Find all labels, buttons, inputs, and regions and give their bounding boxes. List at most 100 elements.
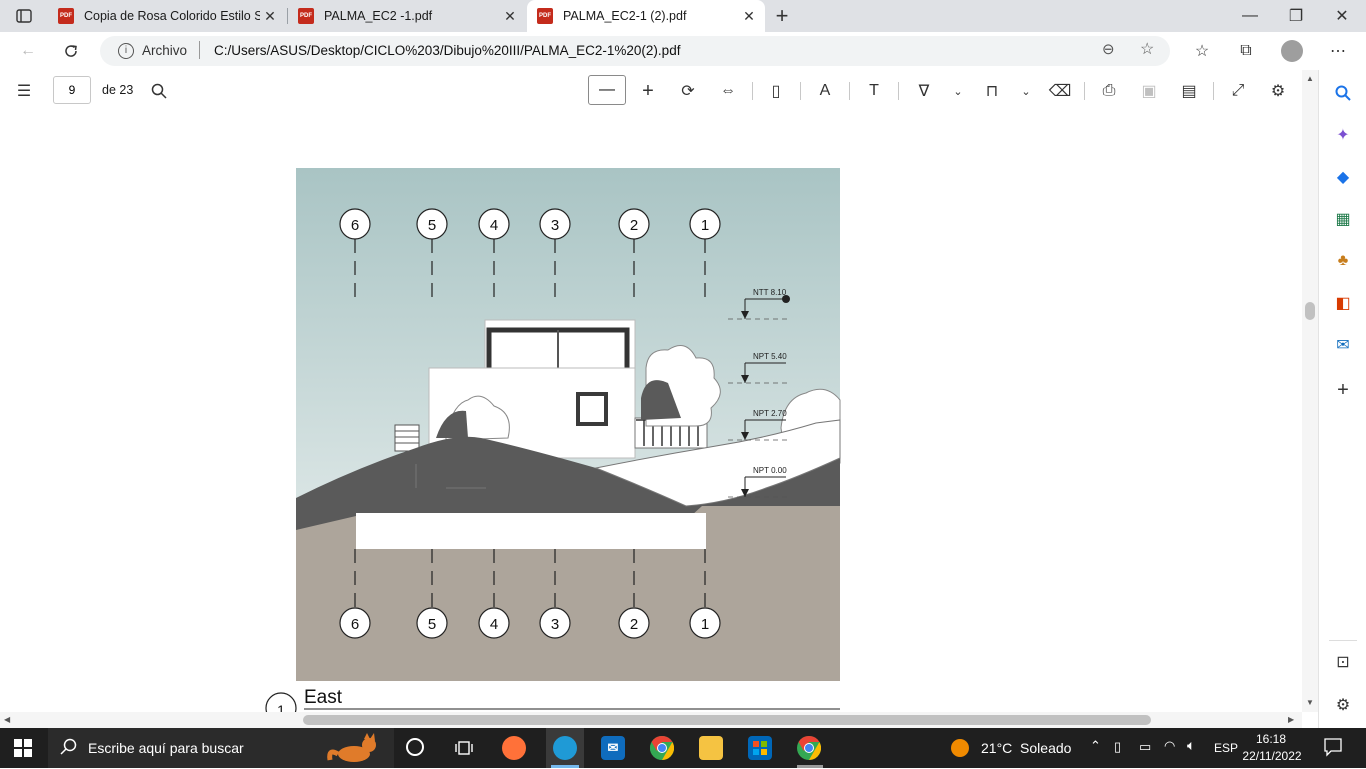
outlook-icon[interactable]: ✉: [1331, 333, 1355, 357]
tab-close-icon[interactable]: ✕: [260, 8, 280, 25]
edge-sidebar: ✦ ◆ ▦ ♣ ◧ ✉ + ⊡ ⚙: [1318, 70, 1366, 728]
url-text[interactable]: C:/Users/ASUS/Desktop/CICLO%203/Dibujo%2…: [214, 43, 680, 58]
wifi-icon[interactable]: ◠: [1164, 738, 1175, 754]
fit-width-icon[interactable]: ⇔: [716, 79, 740, 103]
eraser-icon[interactable]: ⌫: [1048, 79, 1072, 103]
profile-avatar[interactable]: [1281, 40, 1303, 62]
stair-block: [394, 424, 420, 452]
print-icon[interactable]: ⎙: [1097, 79, 1121, 103]
weather-text[interactable]: 21°C Soleado: [981, 740, 1071, 756]
draw-options-chevron-icon[interactable]: ⌄: [946, 79, 970, 103]
scroll-down-arrow-icon[interactable]: ▼: [1306, 698, 1314, 707]
highlight-icon[interactable]: ⊓: [980, 79, 1004, 103]
language-indicator[interactable]: ESP: [1214, 741, 1238, 755]
scroll-left-arrow-icon[interactable]: ◀: [4, 715, 10, 724]
close-window-button[interactable]: ✕: [1330, 4, 1354, 28]
level-label: NPT 0.00: [753, 466, 787, 475]
vertical-scroll-thumb[interactable]: [1305, 302, 1315, 320]
fullscreen-icon[interactable]: ⤢: [1226, 79, 1250, 103]
sidebar-divider: [1329, 640, 1357, 641]
cortana-icon[interactable]: [406, 738, 424, 756]
vertical-scrollbar[interactable]: ▲ ▼: [1302, 70, 1318, 712]
clock-time[interactable]: 16:18: [1245, 732, 1297, 746]
add-favorite-icon[interactable]: ☆: [1140, 39, 1154, 59]
add-sidebar-app-icon[interactable]: +: [1331, 378, 1355, 402]
tab-3-active[interactable]: PDF PALMA_EC2-1 (2).pdf ✕: [527, 0, 765, 32]
task-view-icon[interactable]: [452, 736, 476, 760]
sidebar-settings-icon[interactable]: ⚙: [1331, 693, 1355, 717]
chrome-icon[interactable]: [650, 736, 674, 760]
minimize-button[interactable]: —: [1238, 4, 1262, 28]
table-of-contents-icon[interactable]: ☰: [12, 79, 36, 103]
horizontal-scrollbar[interactable]: ◀ ▶: [0, 712, 1302, 728]
battery-icon[interactable]: ▭: [1139, 739, 1151, 755]
microsoft-store-icon[interactable]: [748, 736, 772, 760]
highlight-options-chevron-icon[interactable]: ⌄: [1014, 79, 1038, 103]
site-info-label[interactable]: Archivo: [142, 43, 187, 58]
scroll-up-arrow-icon[interactable]: ▲: [1306, 74, 1314, 83]
collections-icon[interactable]: ⧉: [1234, 39, 1258, 63]
mail-icon[interactable]: ✉: [601, 736, 625, 760]
view-number: 1: [277, 702, 285, 712]
address-bar: ← i Archivo C:/Users/ASUS/Desktop/CICLO%…: [0, 32, 1366, 70]
hide-sidebar-icon[interactable]: ⊡: [1331, 650, 1355, 674]
tab-1[interactable]: PDF Copia de Rosa Colorido Estilo Se ✕: [48, 0, 286, 32]
windows-start-icon[interactable]: [14, 739, 32, 760]
info-icon[interactable]: i: [118, 43, 134, 59]
toolbar-divider: [1213, 82, 1214, 100]
taskbar-search-box[interactable]: Escribe aquí para buscar: [48, 728, 394, 768]
more-menu-icon[interactable]: ⋯: [1326, 39, 1350, 63]
chrome-profile-icon[interactable]: [797, 736, 821, 760]
tab-close-icon[interactable]: ✕: [739, 8, 759, 25]
new-tab-button[interactable]: +: [770, 3, 794, 28]
settings-gear-icon[interactable]: ⚙: [1266, 79, 1290, 103]
pdf-file-icon: PDF: [537, 8, 553, 24]
page-number-input[interactable]: [53, 76, 91, 104]
tab-title: Copia de Rosa Colorido Estilo Se: [84, 9, 260, 23]
tools-icon[interactable]: ▦: [1331, 207, 1355, 231]
tab-2[interactable]: PDF PALMA_EC2 -1.pdf ✕: [288, 0, 526, 32]
shopping-tag-icon[interactable]: ◆: [1331, 165, 1355, 189]
grid-axis-label: 6: [351, 217, 359, 234]
grid-axis-label: 5: [428, 217, 436, 234]
draw-icon[interactable]: ∇: [912, 79, 936, 103]
file-explorer-icon[interactable]: [699, 736, 723, 760]
pdf-viewer[interactable]: 6 5 4 3 2 1 6 5 4 3 2 1 NTT 8.10 NPT 5.40 NPT 2.70 NP…: [0, 111, 1302, 712]
maximize-button[interactable]: ❐: [1284, 4, 1308, 28]
horizontal-scroll-thumb[interactable]: [303, 715, 1151, 725]
games-icon[interactable]: ♣: [1331, 249, 1355, 273]
zoom-out-button[interactable]: —: [588, 75, 626, 105]
clock-date[interactable]: 22/11/2022: [1240, 749, 1304, 763]
small-window: [576, 392, 608, 426]
tab-close-icon[interactable]: ✕: [500, 8, 520, 25]
back-arrow-icon[interactable]: ←: [16, 39, 40, 63]
zoom-out-icon[interactable]: ⊖: [1102, 40, 1115, 58]
scroll-right-arrow-icon[interactable]: ▶: [1288, 715, 1294, 724]
save-as-icon[interactable]: ▤: [1177, 79, 1201, 103]
firefox-icon[interactable]: [502, 736, 526, 760]
edge-icon[interactable]: [553, 736, 577, 760]
zoom-in-button[interactable]: +: [636, 79, 660, 103]
search-icon[interactable]: [147, 79, 171, 103]
volume-icon[interactable]: 🔈︎: [1187, 737, 1195, 754]
save-icon[interactable]: ▣: [1137, 79, 1161, 103]
add-text-icon[interactable]: T: [862, 79, 886, 103]
elevation-drawing: [296, 168, 841, 681]
notifications-icon[interactable]: [1323, 737, 1343, 760]
level-label: NTT 8.10: [753, 288, 787, 297]
refresh-icon[interactable]: [59, 39, 83, 63]
weather-sun-icon[interactable]: [951, 739, 969, 757]
office-icon[interactable]: ◧: [1331, 291, 1355, 315]
search-icon[interactable]: [1331, 81, 1355, 105]
page-view-icon[interactable]: ▯: [764, 79, 788, 103]
favorites-icon[interactable]: ☆: [1190, 39, 1214, 63]
windows-taskbar: Escribe aquí para buscar ✉ 21°C Soleado …: [0, 728, 1366, 768]
tab-title: PALMA_EC2 -1.pdf: [324, 9, 433, 23]
discover-icon[interactable]: ✦: [1331, 123, 1355, 147]
show-hidden-icons-chevron-icon[interactable]: ⌃: [1090, 738, 1101, 754]
device-icon[interactable]: ▯: [1114, 739, 1121, 755]
tab-actions-icon[interactable]: [12, 4, 36, 28]
read-aloud-icon[interactable]: A: [813, 79, 837, 103]
rotate-icon[interactable]: ⟳: [676, 79, 700, 103]
omnibox[interactable]: i Archivo C:/Users/ASUS/Desktop/CICLO%20…: [100, 36, 1170, 66]
